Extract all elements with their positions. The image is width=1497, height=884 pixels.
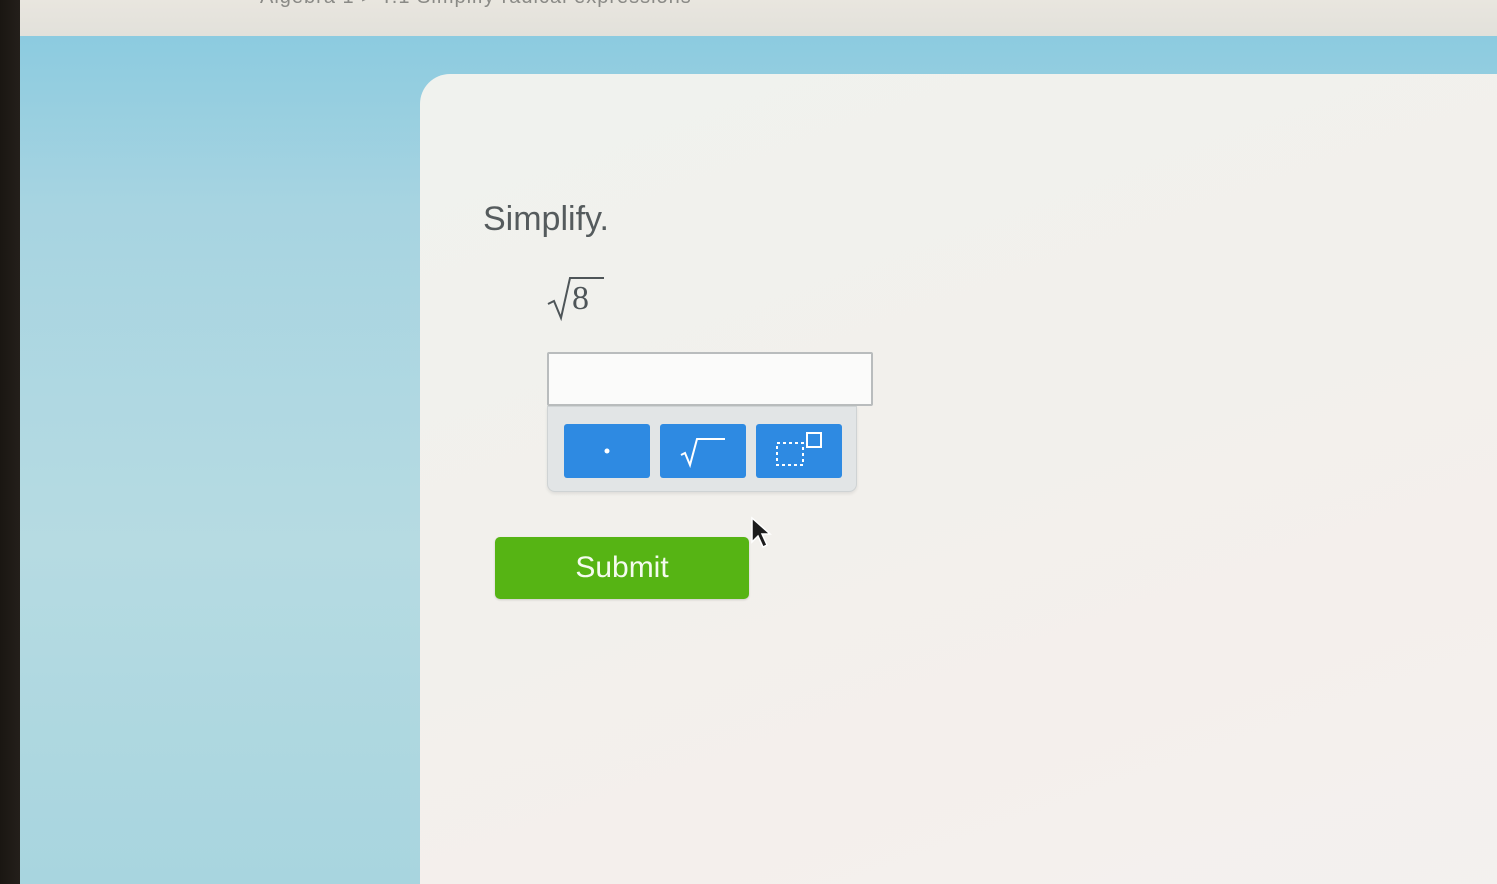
answer-input[interactable] [547, 352, 873, 406]
top-header-strip: Algebra 1 > Y.1 Simplify radical express… [20, 0, 1497, 40]
submit-button[interactable]: Submit [495, 537, 749, 599]
square-root-button[interactable] [660, 424, 746, 478]
question-prompt: Simplify. [483, 200, 609, 238]
decimal-point-icon [604, 448, 610, 454]
radical-expression: 8 [546, 274, 616, 324]
mouse-pointer-icon [751, 516, 772, 549]
exponent-icon [776, 432, 822, 466]
math-keypad [547, 406, 857, 492]
decimal-point-button[interactable] [564, 424, 650, 478]
square-root-icon [680, 438, 725, 469]
radicand: 8 [572, 280, 589, 317]
exponent-button[interactable] [756, 424, 842, 478]
breadcrumb[interactable]: Algebra 1 > Y.1 Simplify radical express… [260, 0, 692, 9]
